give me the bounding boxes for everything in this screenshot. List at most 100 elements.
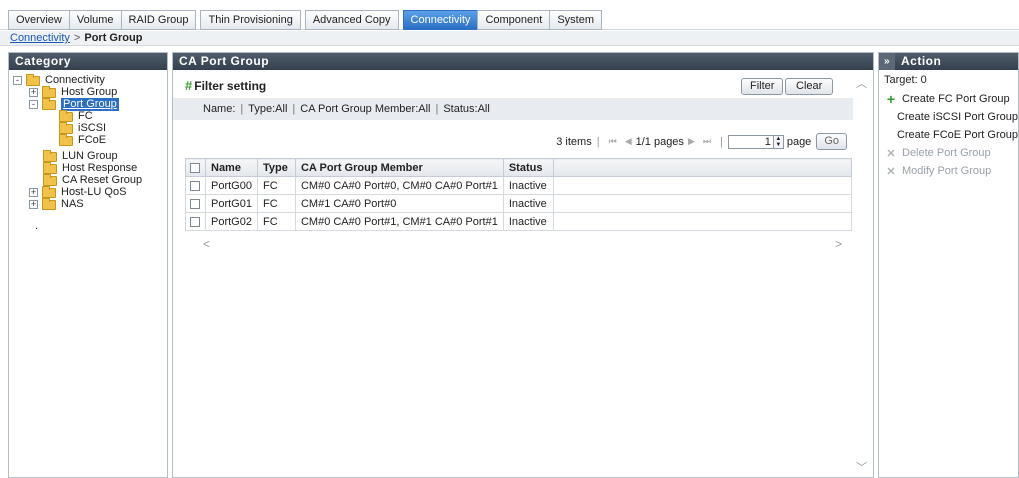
column-header-name[interactable]: Name — [205, 158, 258, 177]
row-checkbox[interactable] — [190, 198, 200, 209]
action-label: Modify Port Group — [902, 165, 992, 177]
table-header-row: Name Type CA Port Group Member Status — [185, 158, 853, 177]
action-label: Create FCoE Port Group — [896, 129, 1018, 141]
tab-overview[interactable]: Overview — [8, 10, 69, 30]
tree-node-fcoe[interactable]: FCoE — [59, 133, 106, 147]
scroll-up-icon[interactable]: ︿ — [856, 75, 867, 91]
horizontal-scrollbar[interactable]: < > — [185, 237, 852, 251]
top-tab-bar: Overview Volume RAID Group Thin Provisio… — [0, 0, 1019, 30]
folder-icon — [43, 173, 57, 186]
modify-port-group-action[interactable]: ✕ Modify Port Group — [879, 162, 1018, 180]
target-count: Target: 0 — [884, 74, 927, 86]
cell-member: CM#0 CA#0 Port#1, CM#1 CA#0 Port#1 — [294, 212, 504, 231]
action-label: Delete Port Group — [902, 147, 991, 159]
cell-type: FC — [256, 176, 296, 195]
cell-member: CM#1 CA#0 Port#0 — [294, 194, 504, 213]
select-all-cell — [185, 158, 206, 177]
folder-icon — [59, 109, 73, 122]
pager: 3 items | ⏮ ◀ 1/1 pages ▶ ⏭ | 1 ▲ ▼ page … — [556, 133, 847, 150]
vertical-scrollbar[interactable]: ︿ ﹀ — [855, 75, 867, 475]
create-iscsi-port-group-action[interactable]: Create iSCSI Port Group — [879, 108, 1018, 126]
cell-member: CM#0 CA#0 Port#0, CM#0 CA#0 Port#1 — [294, 176, 504, 195]
folder-icon — [43, 149, 57, 162]
cell-name: PortG02 — [205, 212, 258, 231]
category-panel-title: Category — [9, 53, 167, 70]
expand-toggle-icon[interactable]: + — [29, 200, 38, 209]
column-header-filler — [552, 158, 853, 177]
create-fcoe-port-group-action[interactable]: Create FCoE Port Group — [879, 126, 1018, 144]
delete-x-icon: ✕ — [886, 147, 896, 160]
tab-raid-group[interactable]: RAID Group — [120, 10, 197, 30]
folder-icon — [42, 85, 56, 98]
tab-system[interactable]: System — [549, 10, 602, 30]
table-row[interactable]: PortG02 FC CM#0 CA#0 Port#1, CM#1 CA#0 P… — [185, 212, 853, 231]
action-label: Create FC Port Group — [902, 93, 1010, 105]
tree-node-nas[interactable]: + NAS — [29, 197, 84, 211]
tab-advanced-copy[interactable]: Advanced Copy — [304, 10, 399, 30]
cell-name: PortG01 — [205, 194, 258, 213]
page-label: page — [786, 135, 812, 148]
tab-list: Overview Volume RAID Group Thin Provisio… — [8, 10, 602, 30]
filter-name-value: Name: — [203, 103, 236, 115]
folder-icon — [42, 185, 56, 198]
cell-status: Inactive — [502, 212, 554, 231]
filter-setting-label: Filter setting — [194, 78, 267, 93]
row-checkbox[interactable] — [190, 216, 200, 227]
breadcrumb-current: Port Group — [84, 32, 143, 44]
breadcrumb-link-connectivity[interactable]: Connectivity — [10, 32, 70, 44]
filter-setting-toggle[interactable]: # Filter setting — [185, 78, 266, 93]
cell-status: Inactive — [502, 176, 554, 195]
filter-button[interactable]: Filter — [741, 78, 784, 95]
table-row[interactable]: PortG01 FC CM#1 CA#0 Port#0 Inactive — [185, 194, 853, 213]
main-panel: CA Port Group # Filter setting Filter Cle… — [172, 52, 874, 478]
breadcrumb: Connectivity > Port Group — [10, 32, 142, 44]
plus-icon: + — [886, 91, 896, 107]
clear-button[interactable]: Clear — [785, 78, 834, 95]
scroll-right-icon[interactable]: > — [835, 237, 842, 251]
folder-open-icon — [42, 97, 56, 110]
action-label: Create iSCSI Port Group — [896, 111, 1018, 123]
column-header-status[interactable]: Status — [502, 158, 554, 177]
create-fc-port-group-action[interactable]: + Create FC Port Group — [879, 90, 1018, 108]
folder-open-icon — [26, 73, 40, 86]
scroll-left-icon[interactable]: < — [203, 237, 210, 251]
table-row[interactable]: PortG00 FC CM#0 CA#0 Port#0, CM#0 CA#0 P… — [185, 176, 853, 195]
page-spinner-icon[interactable]: ▲ ▼ — [773, 134, 784, 149]
page-count: 1/1 pages — [635, 135, 684, 148]
item-count: 3 items — [556, 135, 592, 148]
modify-x-icon: ✕ — [886, 165, 896, 178]
tab-volume[interactable]: Volume — [68, 10, 121, 30]
delete-port-group-action[interactable]: ✕ Delete Port Group — [879, 144, 1018, 162]
collapse-toggle-icon[interactable]: - — [29, 100, 38, 109]
first-page-icon[interactable]: ⏮ — [609, 136, 617, 147]
tree-node-label: NAS — [61, 198, 84, 210]
tab-connectivity[interactable]: Connectivity — [402, 10, 478, 30]
stray-dot: . — [35, 220, 39, 232]
collapse-panel-icon[interactable]: » — [879, 53, 895, 70]
expand-toggle-icon[interactable]: + — [29, 188, 38, 197]
next-page-icon[interactable]: ▶ — [688, 136, 695, 147]
filter-status-value: Status:All — [443, 103, 490, 115]
column-header-member[interactable]: CA Port Group Member — [294, 158, 504, 177]
tab-component[interactable]: Component — [477, 10, 550, 30]
collapse-toggle-icon[interactable]: - — [13, 76, 22, 85]
cell-status: Inactive — [502, 194, 554, 213]
column-header-type[interactable]: Type — [256, 158, 296, 177]
prev-page-icon[interactable]: ◀ — [625, 136, 632, 147]
go-button[interactable]: Go — [816, 133, 847, 150]
filter-member-value: CA Port Group Member:All — [300, 103, 431, 115]
row-checkbox[interactable] — [190, 180, 200, 191]
breadcrumb-bar: Connectivity > Port Group — [0, 31, 1019, 46]
tab-thin-provisioning[interactable]: Thin Provisioning — [200, 10, 301, 30]
filter-type-value: Type:All — [248, 103, 288, 115]
action-panel-title: Action — [901, 54, 942, 68]
select-all-checkbox[interactable] — [190, 162, 200, 173]
cell-type: FC — [256, 212, 296, 231]
action-panel: » Action Target: 0 + Create FC Port Group … — [878, 52, 1019, 478]
page-number-input[interactable]: 1 — [727, 134, 774, 149]
filter-summary: Name: | Type:All | CA Port Group Member:All |… — [173, 98, 853, 120]
last-page-icon[interactable]: ⏭ — [703, 136, 711, 147]
scroll-down-icon[interactable]: ﹀ — [856, 459, 867, 475]
cell-type: FC — [256, 194, 296, 213]
expand-toggle-icon[interactable]: + — [29, 88, 38, 97]
